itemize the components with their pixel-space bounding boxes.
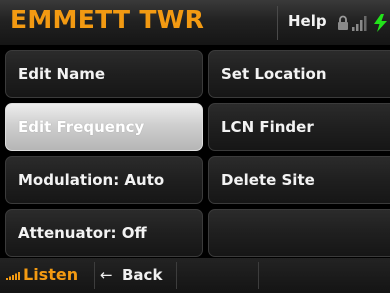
site-title: EMMETT TWR [10,5,205,34]
back-button[interactable]: ← Back [98,262,174,288]
bottom-divider [258,262,259,289]
bottom-bar: Listen ← Back [0,258,390,293]
attenuator-button[interactable]: Attenuator: Off [5,209,203,257]
lcn-finder-button[interactable]: LCN Finder [208,103,390,151]
back-arrow-icon: ← [100,266,113,284]
lock-icon [338,15,348,30]
modulation-button[interactable]: Modulation: Auto [5,156,203,204]
back-label: Back [122,266,163,284]
edit-frequency-button[interactable]: Edit Frequency [5,103,203,151]
empty-menu-button [208,209,390,257]
power-icon [374,14,387,32]
delete-site-button[interactable]: Delete Site [208,156,390,204]
title-bar: EMMETT TWR Help [0,0,390,45]
set-location-button[interactable]: Set Location [208,50,390,98]
edit-name-button[interactable]: Edit Name [5,50,203,98]
bottom-divider [94,262,95,289]
listen-label: Listen [23,265,79,284]
scanner-screen: EMMETT TWR Help Edit Name Set Location E… [0,0,390,293]
signal-icon [352,16,367,31]
title-divider [277,6,278,40]
help-button[interactable]: Help [288,12,327,30]
bottom-divider [176,262,177,289]
listen-button[interactable]: Listen [4,262,92,288]
listen-signal-icon [6,272,20,280]
